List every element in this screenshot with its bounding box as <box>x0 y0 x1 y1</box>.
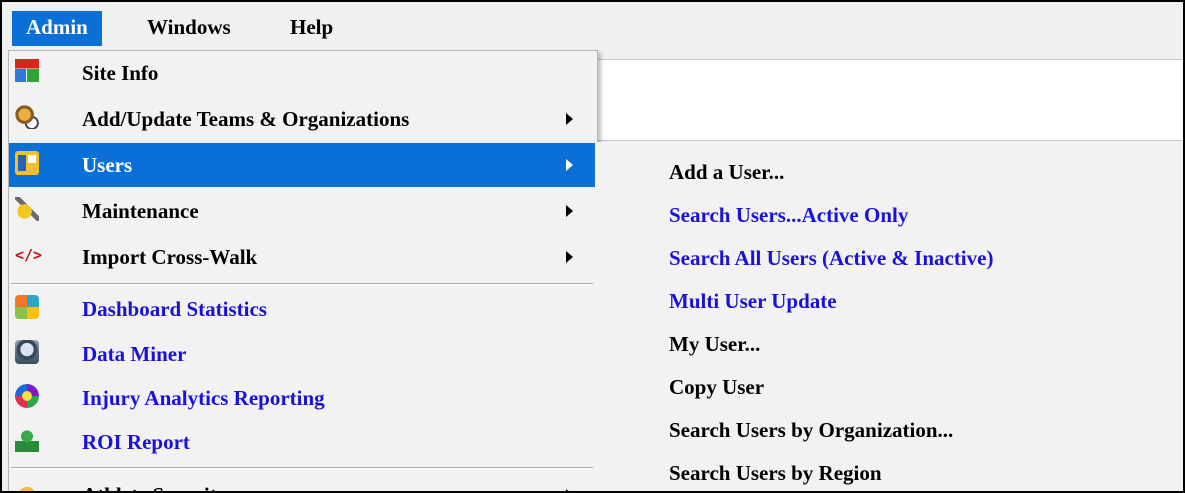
menu-item-label: Add/Update Teams & Organizations <box>82 107 410 131</box>
menu-item-data-miner[interactable]: Data Miner <box>9 332 595 376</box>
athlete-security-icon <box>15 481 39 491</box>
submenu-arrow-icon <box>566 251 573 263</box>
roi-report-icon <box>15 428 39 452</box>
submenu-arrow-icon <box>566 159 573 171</box>
teams-icon <box>15 105 39 129</box>
data-miner-icon <box>15 340 39 364</box>
menu-item-label: Site Info <box>82 61 159 85</box>
menu-item-injury-analytics-reporting[interactable]: Injury Analytics Reporting <box>9 376 595 420</box>
site-info-icon <box>15 59 39 83</box>
application-window: Admin Windows Help Site Info Add/Update … <box>0 0 1185 493</box>
submenu-item-copy-user[interactable]: Copy User <box>669 365 764 409</box>
menu-item-import-cross-walk[interactable]: </> Import Cross-Walk <box>9 235 595 279</box>
menu-windows[interactable]: Windows <box>133 11 245 46</box>
admin-dropdown-menu: Site Info Add/Update Teams & Organizatio… <box>8 50 598 491</box>
maintenance-icon <box>15 197 39 221</box>
menu-item-maintenance[interactable]: Maintenance <box>9 189 595 233</box>
menu-item-label: Import Cross-Walk <box>82 245 258 269</box>
submenu-item-search-by-organization[interactable]: Search Users by Organization... <box>669 408 953 452</box>
submenu-item-search-all-users[interactable]: Search All Users (Active & Inactive) <box>669 236 993 280</box>
content-area <box>592 59 1183 141</box>
menu-item-athlete-security[interactable]: Athlete Security <box>9 473 595 491</box>
submenu-item-search-by-region[interactable]: Search Users by Region <box>669 451 882 491</box>
menu-item-users[interactable]: Users <box>9 143 595 187</box>
menu-item-label: Injury Analytics Reporting <box>82 386 325 410</box>
menu-item-teams-organizations[interactable]: Add/Update Teams & Organizations <box>9 97 595 141</box>
menu-item-label: Data Miner <box>82 342 187 366</box>
menu-item-label: Athlete Security <box>82 473 227 491</box>
menu-item-label: Maintenance <box>82 199 199 223</box>
submenu-arrow-icon <box>566 205 573 217</box>
submenu-arrow-icon <box>566 489 573 491</box>
menu-item-label: Dashboard Statistics <box>82 297 267 321</box>
menu-item-label: ROI Report <box>82 430 190 454</box>
menu-bar: Admin Windows Help <box>2 2 1183 46</box>
menu-item-roi-report[interactable]: ROI Report <box>9 420 595 464</box>
users-icon <box>15 151 39 175</box>
submenu-item-my-user[interactable]: My User... <box>669 322 760 366</box>
menu-separator <box>11 467 593 469</box>
menu-admin[interactable]: Admin <box>12 11 102 46</box>
users-submenu: Add a User... Search Users...Active Only… <box>596 142 1183 491</box>
submenu-item-multi-user-update[interactable]: Multi User Update <box>669 279 837 323</box>
menu-separator <box>11 283 593 285</box>
menu-item-dashboard-statistics[interactable]: Dashboard Statistics <box>9 287 595 331</box>
code-icon: </> <box>15 246 43 264</box>
submenu-item-add-user[interactable]: Add a User... <box>669 150 784 194</box>
menu-item-label: Users <box>82 153 133 177</box>
menu-help[interactable]: Help <box>276 11 347 46</box>
submenu-arrow-icon <box>566 113 573 125</box>
injury-analytics-icon <box>15 384 39 408</box>
submenu-item-search-active-users[interactable]: Search Users...Active Only <box>669 193 908 237</box>
dashboard-icon <box>15 295 39 319</box>
menu-item-site-info[interactable]: Site Info <box>9 51 595 95</box>
